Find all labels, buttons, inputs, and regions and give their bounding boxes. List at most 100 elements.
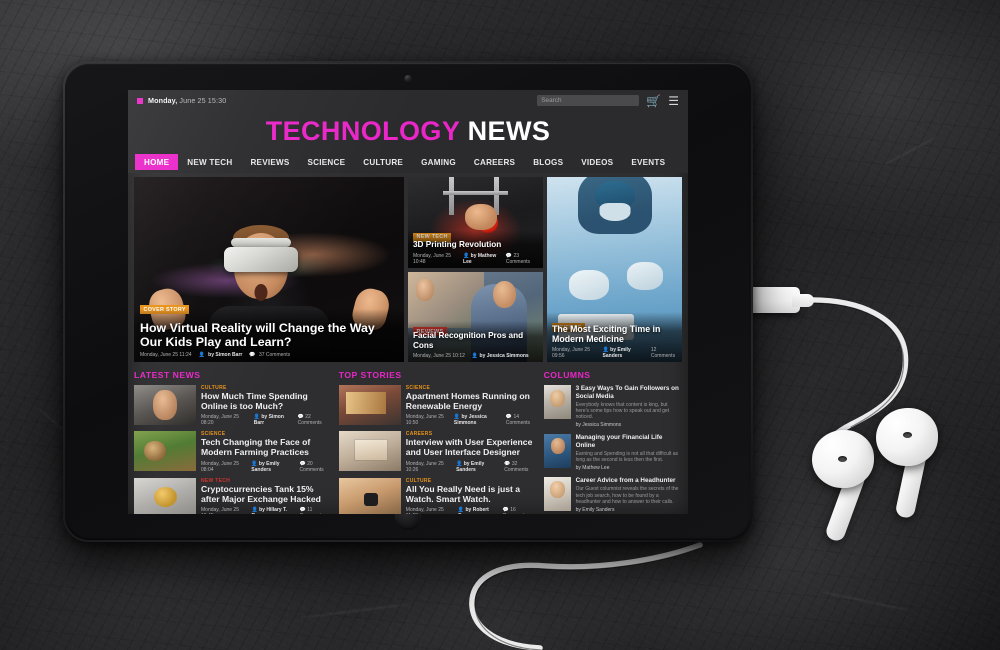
nav-item-videos[interactable]: VIDEOS [572,154,622,170]
nav-item-events[interactable]: EVENTS [622,154,674,170]
column-body: Managing your Financial Life Online Earn… [576,434,682,471]
date-marker-icon [137,97,143,104]
printer-arm-vertical [448,177,454,215]
article-comments: 💬 16 Comments [502,507,527,514]
column-description: Earning and Spending is not all that dif… [575,450,679,464]
hero-date: Monday, June 25 11:24 [140,352,192,358]
article-body: CAREERS Interview with User Experience a… [406,431,537,472]
hero-card-virtual-reality[interactable]: COVER STORY How Virtual Reality will Cha… [134,177,404,362]
connector-neck [792,294,814,307]
article-category: CULTURE [405,477,432,484]
blonde-woman-thumb [543,477,571,512]
article-author: 👤 by Emily Sanders [456,460,485,473]
article-date: Monday, June 25 08:20 [201,414,239,427]
article-date: Monday, June 25 10:26 [405,460,444,473]
article-author: 👤 by Robert Gow [457,507,489,514]
hero-meta: Monday, June 25 11:24 👤 by Simon Barr 💬 … [140,352,398,358]
smart-watch-thumb [338,477,401,514]
section-columns: COLUMNS 3 Easy Ways To Gain Followers on… [543,370,682,514]
front-camera [404,75,412,82]
card-meta: Monday, June 25 09:56 👤 by Emily Sanders… [552,347,677,359]
list-item[interactable]: CULTURE All You Really Need is just a Wa… [338,477,537,514]
card-date: Monday, June 25 09:56 [552,347,590,359]
column-description: Our Guest columnist reveals the secrets … [575,486,679,505]
column-title: Career Advice from a Headhunter [575,477,676,485]
card-caption: 3D Printing Revolution Monday, June 25 1… [408,230,543,268]
hero-card-modern-medicine[interactable]: SCIENCE The Most Exciting Time in Modern… [547,177,682,362]
article-date: Monday, June 25 11:08 [405,507,444,514]
cart-icon[interactable]: 🛒 [646,95,661,107]
article-meta: Monday, June 25 10:50 👤 by Jessica Simmo… [406,414,537,426]
nav-item-culture[interactable]: CULTURE [354,154,412,170]
page-content: COVER STORY How Virtual Reality will Cha… [128,173,688,514]
list-item[interactable]: NEW TECH Cryptocurrencies Tank 15% after… [134,477,332,514]
nav-item-new-tech[interactable]: NEW TECH [178,154,241,170]
article-author: 👤 by Jessica Simmons [453,414,487,427]
article-title: How Much Time Spending Online is too Muc… [201,391,308,411]
vr-headset-strap [230,238,291,248]
hero-card-3d-printing[interactable]: NEW TECH 3D Printing Revolution Monday, … [408,177,543,268]
ux-wireframe-thumb [338,431,401,472]
man-blue-shirt-thumb [543,434,571,469]
hero-title: How Virtual Reality will Change the Way … [140,320,375,350]
nav-item-reviews[interactable]: REVIEWS [241,154,298,170]
card-comments: 💬 23 Comments [505,252,531,265]
hamburger-menu-icon[interactable]: ☰ [668,95,679,107]
list-item[interactable]: 3 Easy Ways To Gain Followers on Social … [543,385,682,429]
card-comments: 12 Comments [650,347,676,359]
card-author: 👤 by Emily Sanders [602,347,631,359]
current-date: Monday, June 25 15:30 [148,96,226,105]
card-author: 👤 by Jessica Simmons [471,353,529,359]
site-logo[interactable]: TECHNOLOGY NEWS [266,115,551,146]
column-author: by Mathew Lee [575,465,610,472]
article-meta: Monday, June 25 11:08 👤 by Robert Gow 💬 … [406,507,537,514]
article-meta: Monday, June 25 08:20 👤 by Simon Barr 💬 … [201,414,332,426]
article-title: Apartment Homes Running on Renewable Ene… [405,391,530,411]
card-meta: Monday, June 25 10:48 👤 by Mathew Lee 💬 … [413,253,538,265]
list-item[interactable]: CULTURE How Much Time Spending Online is… [134,385,332,426]
article-comments: 💬 20 Comments [299,460,324,473]
bitcoin-coin-thumb [134,477,196,514]
search-input[interactable] [537,95,640,106]
logo-news: NEWS [467,115,551,146]
hero-middle-column: NEW TECH 3D Printing Revolution Monday, … [408,177,543,362]
article-title: Tech Changing the Face of Modern Farming… [201,437,311,458]
list-item[interactable]: Managing your Financial Life Online Earn… [543,434,682,471]
card-caption: The Most Exciting Time in Modern Medicin… [547,312,682,362]
article-date: Monday, June 25 10:50 [405,414,444,427]
article-title: Cryptocurrencies Tank 15% after Major Ex… [201,483,321,504]
earbud-speaker-hole [838,456,847,462]
section-heading-top-stories: TOP STORIES [338,370,402,380]
article-author: 👤 by Simon Barr [253,414,284,427]
nav-item-gaming[interactable]: GAMING [412,154,465,170]
article-author: 👤 by Emily Sanders [251,460,280,473]
card-caption: Facial Recognition Pros and Cons Monday,… [408,321,543,362]
article-body: SCIENCE Apartment Homes Running on Renew… [406,385,537,426]
nav-item-blogs[interactable]: BLOGS [524,154,572,170]
nav-item-science[interactable]: SCIENCE [299,154,355,170]
vr-boy-mouth [254,284,268,302]
nav-item-home[interactable]: HOME [135,154,179,170]
date-rest: June 25 15:30 [177,96,227,105]
card-meta: Monday, June 25 10:12 👤 by Jessica Simmo… [413,353,538,359]
tablet-screen: Monday, June 25 15:30 🛒 ☰ TECHNOLOGY NEW… [128,90,688,514]
date-day: Monday, [148,96,178,105]
card-date: Monday, June 25 10:12 [413,353,465,359]
hero-author: 👤 by Simon Barr [198,352,243,358]
hero-row: COVER STORY How Virtual Reality will Cha… [134,177,682,362]
column-author: by Jessica Simmons [575,422,622,429]
column-author: by Emily Sanders [575,506,615,513]
nav-item-careers[interactable]: CAREERS [465,154,524,170]
boy-with-phone-thumb [134,385,196,425]
list-item[interactable]: Career Advice from a Headhunter Our Gues… [543,477,682,513]
card-author: 👤 by Mathew Lee [463,252,497,265]
hero-card-facial-recognition[interactable]: REVIEWS Facial Recognition Pros and Cons… [408,271,543,362]
list-item[interactable]: SCIENCE Apartment Homes Running on Renew… [338,385,537,426]
list-item[interactable]: CAREERS Interview with User Experience a… [338,431,537,473]
card-date: Monday, June 25 10:48 [413,252,451,265]
topbar-actions: 🛒 ☰ [537,95,679,107]
article-comments: 💬 32 Comments [504,460,529,473]
section-top-stories: TOP STORIES SCIENCE Apartment Homes Runn… [338,370,537,514]
card-title-facial-recognition: Facial Recognition Pros and Cons [413,331,524,350]
list-item[interactable]: SCIENCE Tech Changing the Face of Modern… [134,431,332,473]
